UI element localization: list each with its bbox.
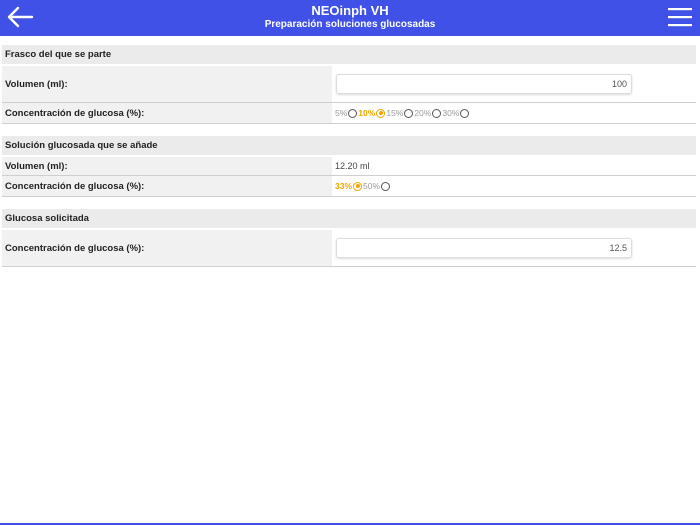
frasco-volume-input[interactable]	[336, 74, 632, 94]
section-solicitada: Glucosa solicitada Concentración de gluc…	[2, 209, 696, 267]
radio-label: 10%	[358, 108, 376, 118]
main-content: Frasco del que se parte Volumen (ml): Co…	[2, 45, 696, 279]
app-title: NEOinph VH	[311, 3, 389, 18]
app-header: NEOinph VH Preparación soluciones glucos…	[0, 0, 700, 36]
frasco-conc-radio-group: 5% 10% 15% 20% 30%	[335, 108, 470, 118]
radio-circle-icon	[432, 108, 442, 118]
radio-option-5[interactable]: 5%	[335, 108, 358, 118]
solucion-conc-row: Concentración de glucosa (%): 33% 50%	[2, 176, 696, 197]
section-title: Glucosa solicitada	[2, 209, 696, 228]
radio-option-10[interactable]: 10%	[358, 108, 386, 118]
solucion-volume-value: 12.20 ml	[335, 161, 370, 171]
solicitada-conc-input[interactable]	[336, 238, 632, 258]
radio-label: 33%	[335, 181, 353, 191]
solicitada-conc-row: Concentración de glucosa (%):	[2, 230, 696, 267]
page-subtitle: Preparación soluciones glucosadas	[264, 19, 436, 30]
solucion-conc-label: Concentración de glucosa (%):	[2, 176, 332, 196]
radio-label: 5%	[335, 108, 348, 118]
radio-label: 50%	[363, 181, 381, 191]
radio-circle-icon	[381, 181, 391, 191]
radio-circle-icon	[348, 108, 358, 118]
frasco-volume-row: Volumen (ml):	[2, 66, 696, 103]
radio-selected-icon	[376, 108, 386, 118]
frasco-conc-label: Concentración de glucosa (%):	[2, 103, 332, 123]
radio-selected-icon	[353, 181, 363, 191]
section-solucion: Solución glucosada que se añade Volumen …	[2, 136, 696, 197]
solucion-conc-radio-group: 33% 50%	[335, 181, 391, 191]
radio-option-20[interactable]: 20%	[414, 108, 442, 118]
section-title: Frasco del que se parte	[2, 45, 696, 64]
hamburger-menu-icon	[668, 8, 692, 27]
solucion-volume-row: Volumen (ml): 12.20 ml	[2, 157, 696, 176]
radio-circle-icon	[460, 108, 470, 118]
frasco-volume-label: Volumen (ml):	[2, 66, 332, 102]
radio-label: 30%	[442, 108, 460, 118]
radio-circle-icon	[404, 108, 414, 118]
radio-option-33[interactable]: 33%	[335, 181, 363, 191]
solicitada-conc-label: Concentración de glucosa (%):	[2, 230, 332, 266]
radio-option-15[interactable]: 15%	[386, 108, 414, 118]
radio-label: 15%	[386, 108, 404, 118]
frasco-conc-row: Concentración de glucosa (%): 5% 10% 15%…	[2, 103, 696, 124]
radio-option-30[interactable]: 30%	[442, 108, 470, 118]
solucion-volume-label: Volumen (ml):	[2, 157, 332, 175]
section-title: Solución glucosada que se añade	[2, 136, 696, 155]
menu-button[interactable]	[668, 6, 692, 28]
radio-label: 20%	[414, 108, 432, 118]
section-frasco: Frasco del que se parte Volumen (ml): Co…	[2, 45, 696, 124]
radio-option-50[interactable]: 50%	[363, 181, 391, 191]
